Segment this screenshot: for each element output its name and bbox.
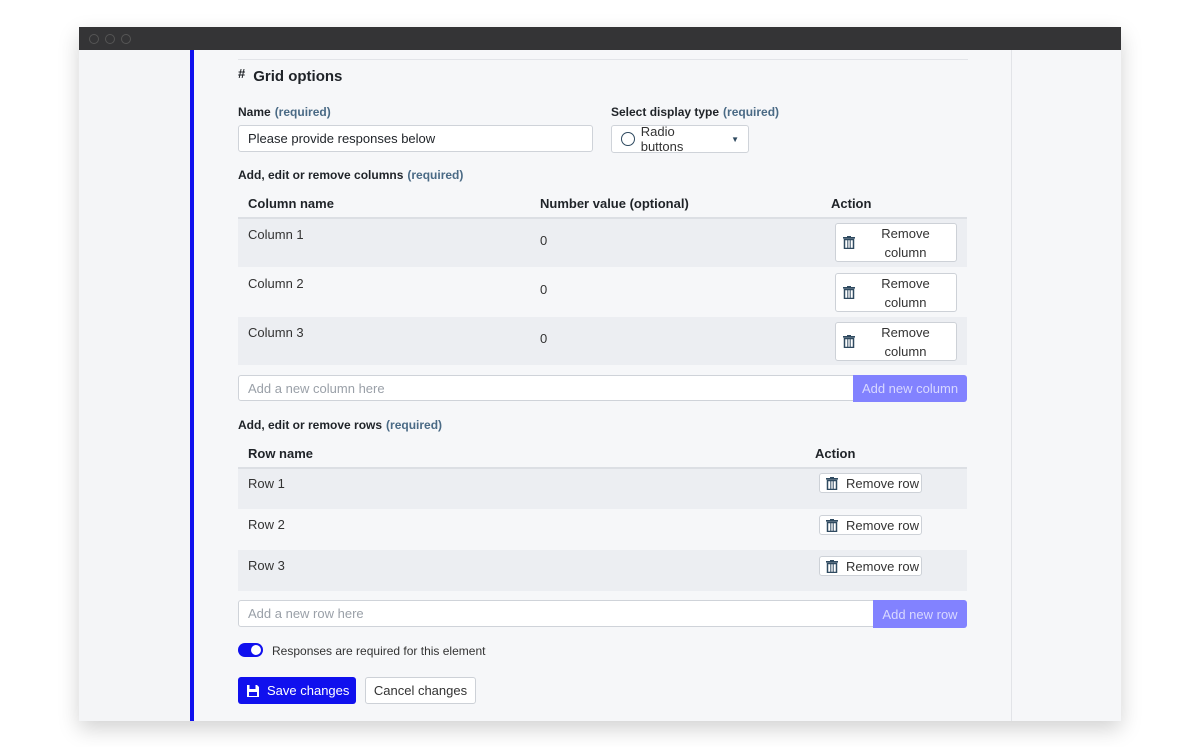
- table-row: Row 2 Remove row: [238, 510, 967, 550]
- remove-column-button[interactable]: Remove column: [835, 223, 957, 262]
- trash-icon: [826, 559, 838, 573]
- required-toggle[interactable]: [238, 643, 263, 657]
- row-header-action: Action: [815, 446, 856, 461]
- required-toggle-label: Responses are required for this element: [272, 644, 486, 658]
- table-row: Row 1 Remove row: [238, 469, 967, 509]
- table-row: Column 2 0 Remove column: [238, 268, 967, 316]
- cancel-changes-button[interactable]: Cancel changes: [365, 677, 476, 704]
- new-column-input[interactable]: Add a new column here: [238, 375, 854, 401]
- column-header-action: Action: [831, 196, 872, 211]
- section-header: # Grid options: [238, 66, 343, 85]
- column-value-cell[interactable]: 0: [540, 282, 547, 297]
- column-header-name: Column name: [248, 196, 334, 211]
- column-name-cell[interactable]: Column 2: [248, 276, 304, 291]
- column-value-cell[interactable]: 0: [540, 331, 547, 346]
- table-row: Column 1 0 Remove column: [238, 219, 967, 267]
- toggle-knob: [251, 645, 261, 655]
- divider: [238, 59, 968, 60]
- save-floppy-icon: [247, 684, 259, 697]
- new-row-input[interactable]: Add a new row here: [238, 600, 874, 627]
- row-name-cell[interactable]: Row 2: [248, 517, 285, 532]
- add-row-button[interactable]: Add new row: [873, 600, 967, 628]
- name-input[interactable]: Please provide responses below: [238, 125, 593, 152]
- row-name-cell[interactable]: Row 1: [248, 476, 285, 491]
- column-value-cell[interactable]: 0: [540, 233, 547, 248]
- remove-row-button[interactable]: Remove row: [819, 556, 922, 576]
- row-header-name: Row name: [248, 446, 314, 461]
- column-name-cell[interactable]: Column 1: [248, 227, 304, 242]
- row-name-cell[interactable]: Row 3: [248, 558, 285, 573]
- table-row: Row 3 Remove row: [238, 550, 967, 591]
- display-type-select[interactable]: Radio buttons ▼: [611, 124, 749, 154]
- radio-circle-icon: [621, 132, 635, 146]
- name-label: Name (required): [238, 105, 331, 119]
- remove-column-button[interactable]: Remove column: [835, 273, 957, 312]
- remove-row-button[interactable]: Remove row: [819, 515, 922, 535]
- column-name-cell[interactable]: Column 3: [248, 325, 304, 340]
- hash-icon: #: [238, 66, 246, 81]
- table-row: Column 3 0 Remove column: [238, 317, 967, 365]
- display-type-label: Select display type (required): [611, 105, 780, 119]
- rows-table-header: Row name Action: [238, 438, 967, 469]
- app-window: # Grid options Name (required) Please pro…: [79, 27, 1121, 721]
- save-changes-button[interactable]: Save changes: [238, 677, 356, 704]
- trash-icon: [826, 518, 838, 532]
- remove-row-button[interactable]: Remove row: [819, 473, 922, 493]
- rows-label: Add, edit or remove rows (required): [238, 418, 443, 432]
- remove-column-button[interactable]: Remove column: [835, 322, 957, 361]
- add-column-button[interactable]: Add new column: [853, 375, 967, 402]
- section-title: Grid options: [253, 68, 343, 85]
- trash-icon: [826, 476, 838, 490]
- columns-table-header: Column name Number value (optional) Acti…: [238, 188, 967, 219]
- columns-label: Add, edit or remove columns (required): [238, 168, 464, 182]
- column-header-value: Number value (optional): [540, 196, 689, 211]
- trash-icon: [843, 335, 855, 348]
- trash-icon: [843, 286, 855, 299]
- caret-down-icon: ▼: [731, 134, 739, 144]
- trash-icon: [843, 236, 855, 249]
